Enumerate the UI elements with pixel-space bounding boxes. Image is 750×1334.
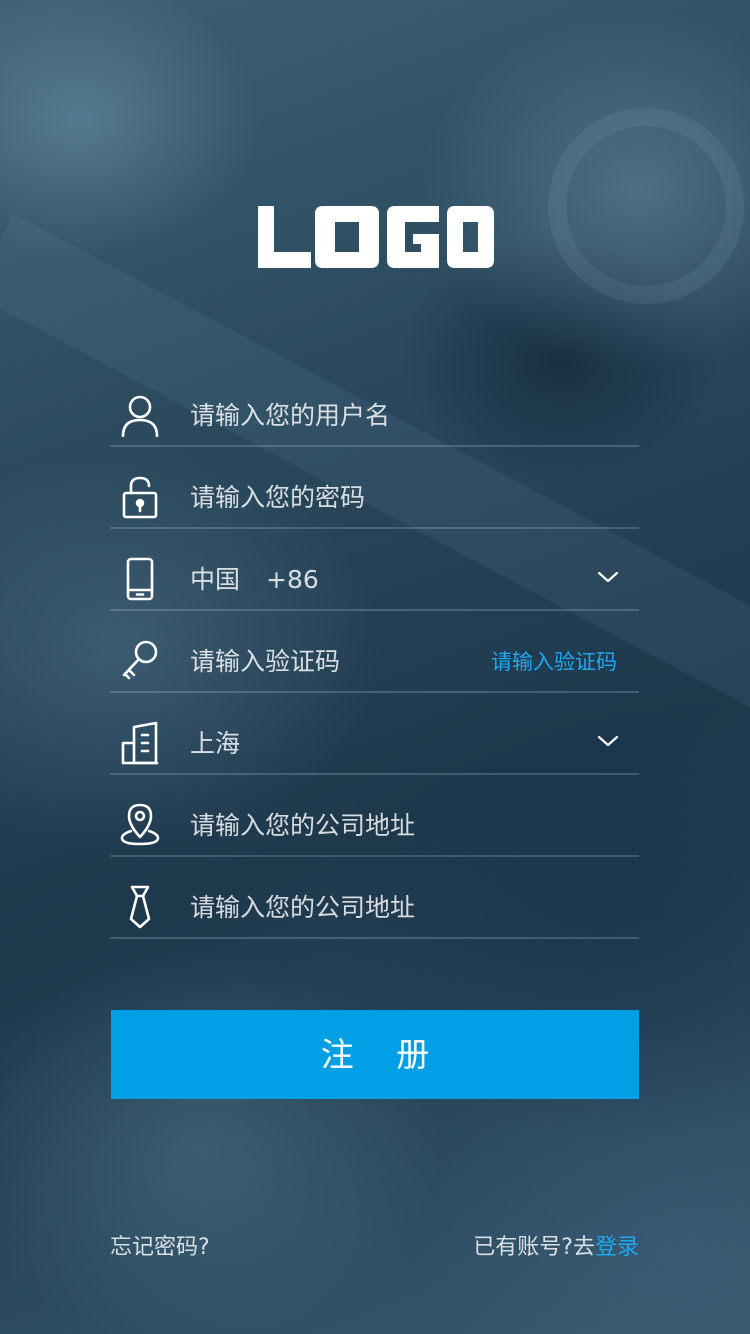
register-form: 请输入您的用户名 请输入您的密码 中国 +86 请输入验证码 请输入验证码 上海… — [110, 365, 639, 939]
forgot-password-link[interactable]: 忘记密码? — [110, 1233, 210, 1263]
phone-icon — [120, 557, 160, 601]
verify-code-placeholder: 请输入验证码 — [190, 647, 341, 676]
country-code: +86 — [266, 565, 319, 594]
get-verify-code-button[interactable]: 请输入验证码 — [491, 647, 617, 677]
register-button[interactable]: 注 册 — [111, 1010, 639, 1099]
phone-field[interactable]: 中国 +86 — [110, 529, 639, 611]
location-pin-icon — [120, 803, 160, 847]
verify-code-field[interactable]: 请输入验证码 请输入验证码 — [110, 611, 639, 693]
key-icon — [120, 639, 160, 683]
company-position-placeholder: 请输入您的公司地址 — [190, 893, 416, 922]
username-placeholder: 请输入您的用户名 — [190, 401, 391, 430]
tie-icon — [120, 885, 160, 929]
username-field[interactable]: 请输入您的用户名 — [110, 365, 639, 447]
company-position-field[interactable]: 请输入您的公司地址 — [110, 857, 639, 939]
city-value: 上海 — [190, 729, 241, 758]
chevron-down-icon[interactable] — [597, 731, 619, 753]
user-icon — [120, 393, 160, 437]
city-field[interactable]: 上海 — [110, 693, 639, 775]
company-address-field[interactable]: 请输入您的公司地址 — [110, 775, 639, 857]
background-decoration — [548, 108, 744, 304]
have-account-line: 已有账号?去登录 — [473, 1233, 639, 1263]
password-placeholder: 请输入您的密码 — [190, 483, 366, 512]
have-account-label: 已有账号?去 — [473, 1235, 595, 1260]
building-icon — [120, 721, 160, 765]
logo — [255, 202, 495, 272]
password-field[interactable]: 请输入您的密码 — [110, 447, 639, 529]
company-address-placeholder: 请输入您的公司地址 — [190, 811, 416, 840]
chevron-down-icon[interactable] — [597, 567, 619, 589]
lock-icon — [120, 475, 160, 519]
country-name: 中国 — [190, 565, 241, 594]
login-link[interactable]: 登录 — [595, 1235, 639, 1260]
